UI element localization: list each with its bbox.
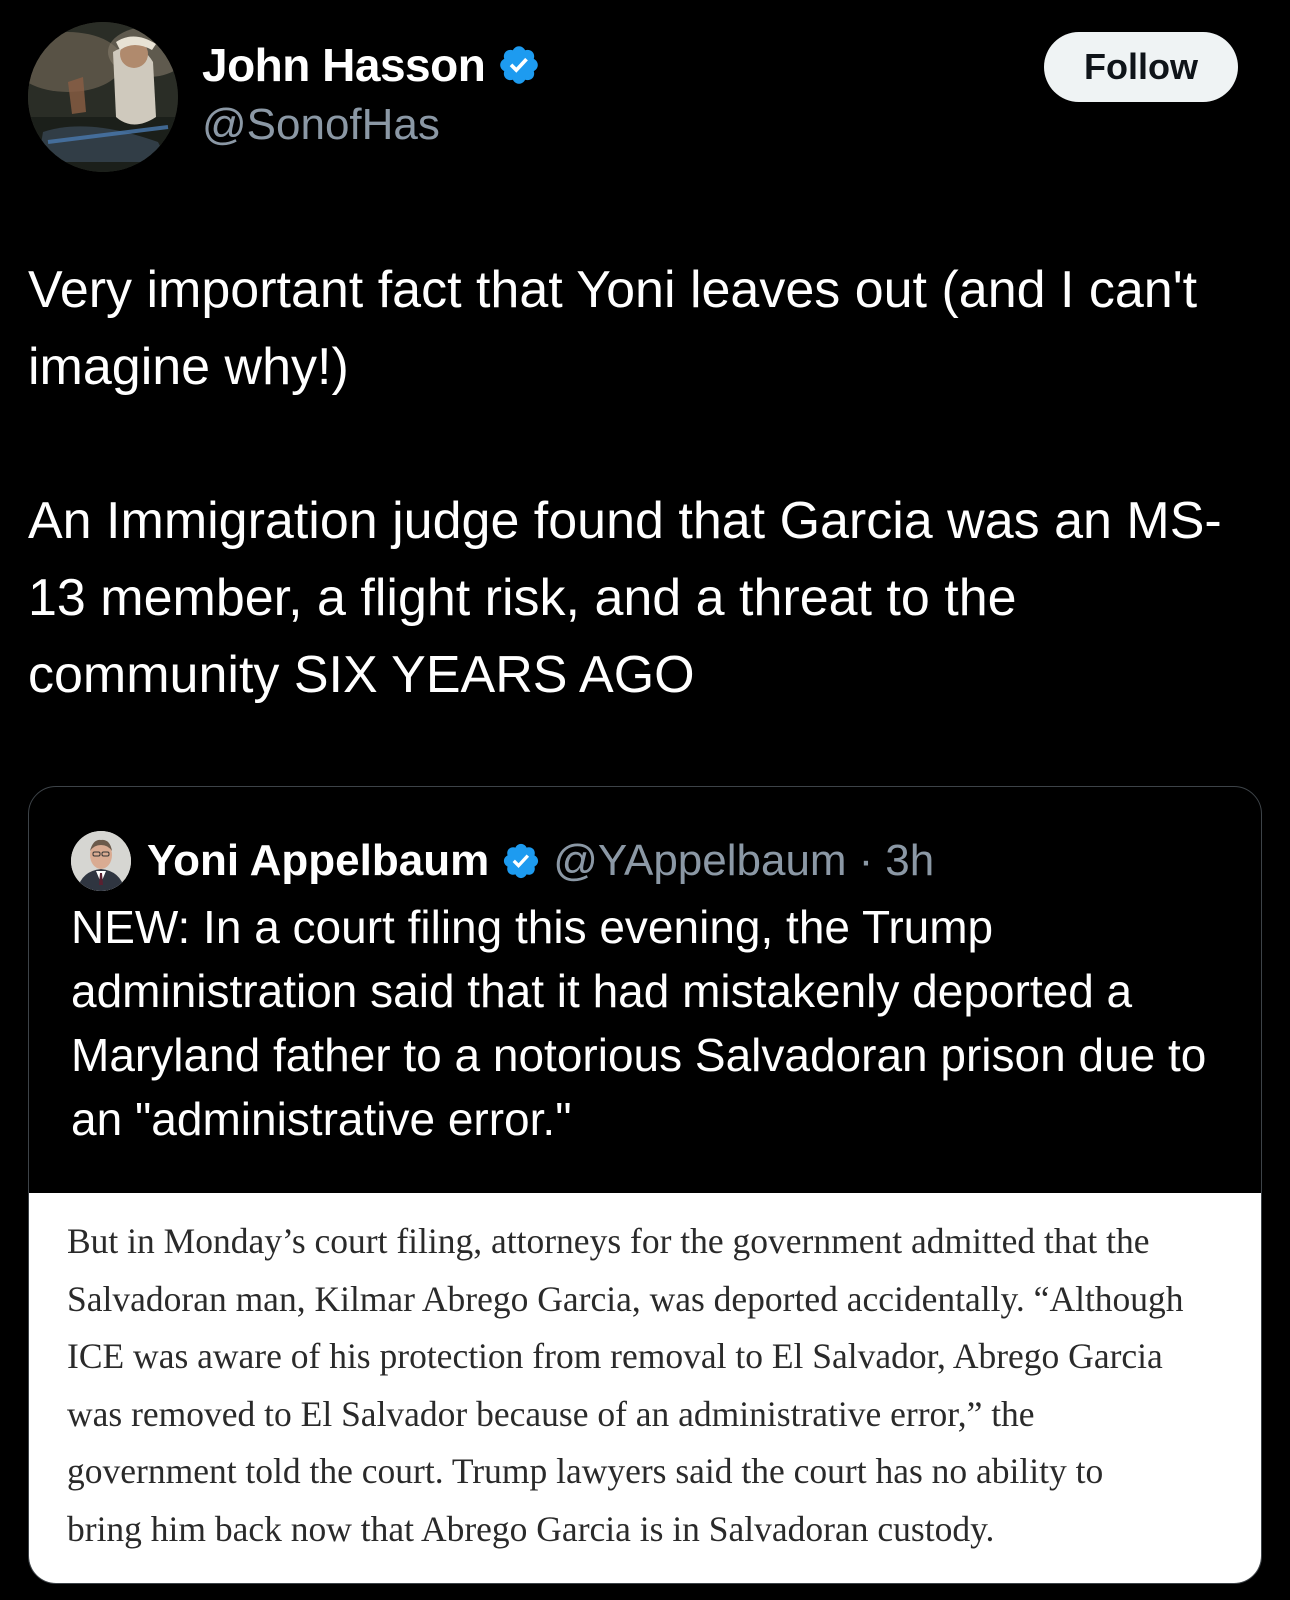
post-view: John Hasson @SonofHas Follow Very import… bbox=[0, 0, 1290, 1600]
quoted-post-header: Yoni Appelbaum @YAppelbaum · 3h bbox=[71, 831, 934, 891]
post-paragraph: Very important fact that Yoni leaves out… bbox=[28, 261, 1198, 396]
excerpt-line: Salvadoran man, Kilmar Abrego Garcia, wa… bbox=[67, 1278, 1184, 1319]
quoted-post-card[interactable]: Yoni Appelbaum @YAppelbaum · 3h NEW: In … bbox=[28, 786, 1262, 1584]
author-avatar-photo bbox=[28, 22, 178, 172]
quoted-author-handle[interactable]: @YAppelbaum bbox=[553, 836, 846, 886]
post-text: Very important fact that Yoni leaves out… bbox=[28, 252, 1258, 714]
quoted-post-image[interactable]: But in Monday’s court filing, attorneys … bbox=[29, 1193, 1261, 1583]
quoted-author-name[interactable]: Yoni Appelbaum bbox=[147, 836, 489, 886]
article-excerpt: But in Monday’s court filing, attorneys … bbox=[67, 1213, 1225, 1558]
post-paragraph: An Immigration judge found that Garcia w… bbox=[28, 492, 1222, 704]
excerpt-line: was removed to El Salvador because of an… bbox=[67, 1393, 1035, 1434]
excerpt-line: bring him back now that Abrego Garcia is… bbox=[67, 1508, 995, 1549]
author-handle[interactable]: @SonofHas bbox=[202, 100, 440, 150]
excerpt-line: But in Monday’s court filing, attorneys … bbox=[67, 1221, 1150, 1261]
verified-badge-icon bbox=[500, 46, 539, 84]
quoted-author-avatar bbox=[71, 831, 131, 891]
excerpt-line: government told the court. Trump lawyers… bbox=[67, 1451, 1104, 1491]
quoted-post-time[interactable]: 3h bbox=[885, 836, 934, 886]
follow-button[interactable]: Follow bbox=[1044, 32, 1238, 102]
quoted-verified-badge-icon bbox=[504, 843, 539, 879]
quoted-post-text: NEW: In a court filing this evening, the… bbox=[71, 901, 1207, 1145]
quoted-author-avatar-photo bbox=[71, 831, 131, 891]
author-name-row: John Hasson bbox=[202, 38, 541, 92]
separator-dot: · bbox=[858, 836, 874, 885]
author-avatar[interactable] bbox=[28, 22, 178, 172]
author-name[interactable]: John Hasson bbox=[202, 38, 486, 92]
excerpt-line: ICE was aware of his protection from rem… bbox=[67, 1336, 1163, 1376]
